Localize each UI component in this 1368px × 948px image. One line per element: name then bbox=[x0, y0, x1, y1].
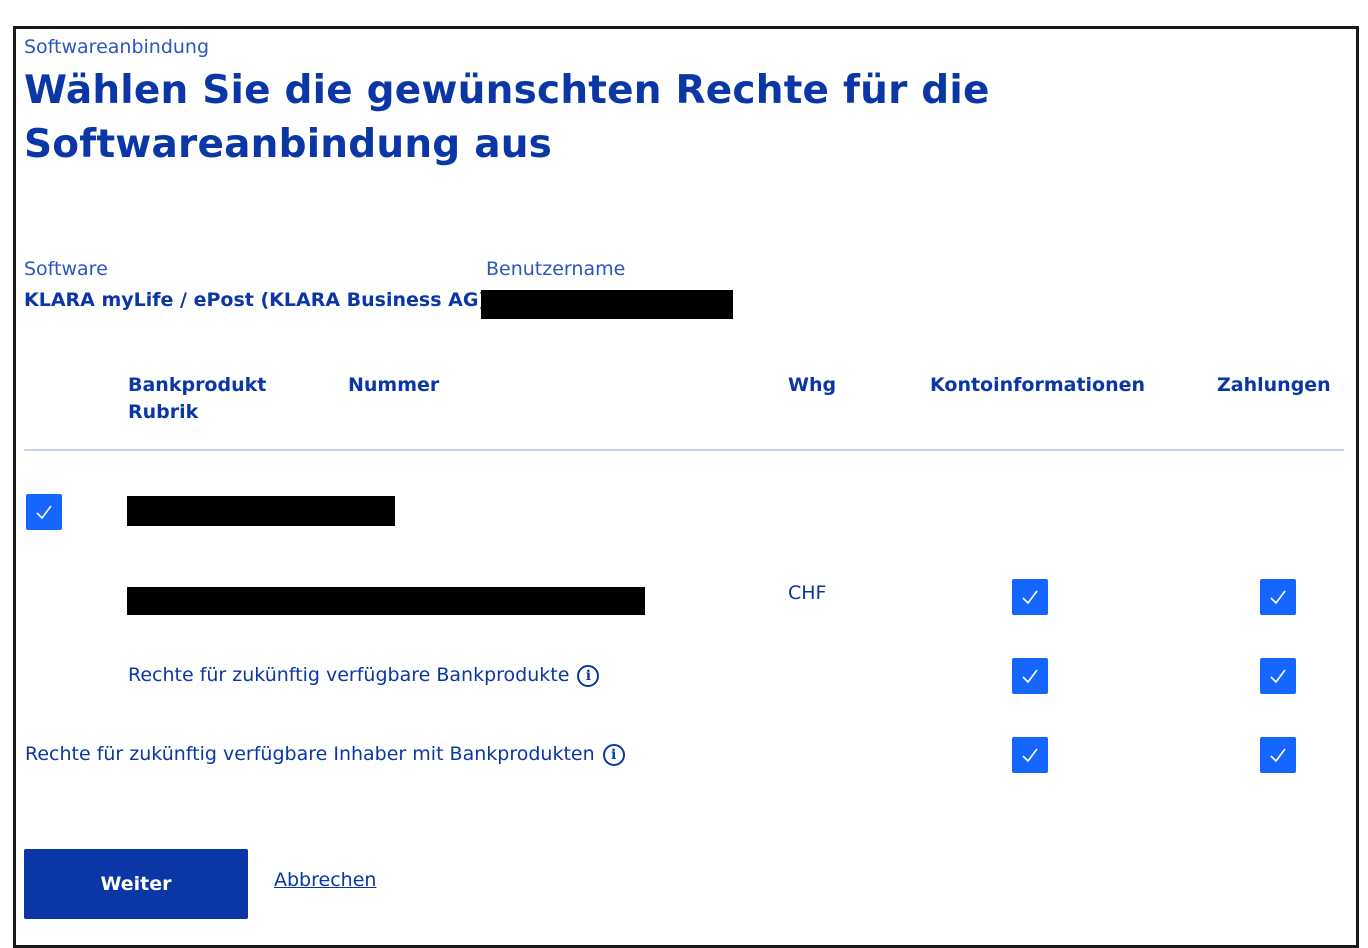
account-redacted bbox=[127, 587, 645, 615]
future-holders-zahlungen-checkbox[interactable] bbox=[1260, 737, 1296, 773]
header-bankprodukt-label: Bankprodukt bbox=[128, 374, 267, 396]
future-products-row: Rechte für zukünftig verfügbare Bankprod… bbox=[128, 664, 600, 687]
future-products-kontoinformationen-checkbox[interactable] bbox=[1012, 658, 1048, 694]
check-icon bbox=[1022, 669, 1038, 684]
account-currency: CHF bbox=[788, 582, 827, 604]
check-icon bbox=[1270, 669, 1286, 684]
header-bankprodukt: Bankprodukt Rubrik bbox=[128, 372, 266, 426]
info-icon[interactable]: i bbox=[602, 743, 625, 766]
check-icon bbox=[1022, 748, 1038, 763]
check-icon bbox=[1270, 590, 1286, 605]
page-title: Wählen Sie die gewünschten Rechte für di… bbox=[24, 68, 990, 167]
username-label: Benutzername bbox=[486, 258, 626, 280]
software-value: KLARA myLife / ePost (KLARA Business AG) bbox=[24, 289, 488, 311]
future-products-zahlungen-checkbox[interactable] bbox=[1260, 658, 1296, 694]
header-nummer: Nummer bbox=[348, 374, 440, 396]
future-products-label: Rechte für zukünftig verfügbare Bankprod… bbox=[128, 664, 570, 686]
holder-checkbox[interactable] bbox=[26, 494, 62, 530]
account-kontoinformationen-checkbox[interactable] bbox=[1012, 579, 1048, 615]
weiter-button[interactable]: Weiter bbox=[24, 849, 248, 919]
check-icon bbox=[1022, 590, 1038, 605]
header-whg: Whg bbox=[788, 374, 837, 396]
account-zahlungen-checkbox[interactable] bbox=[1260, 579, 1296, 615]
header-zahlungen: Zahlungen bbox=[1217, 374, 1331, 396]
abbrechen-link[interactable]: Abbrechen bbox=[274, 869, 376, 891]
future-holders-label: Rechte für zukünftig verfügbare Inhaber … bbox=[25, 743, 595, 765]
check-icon bbox=[36, 505, 52, 520]
holder-name-redacted bbox=[127, 496, 395, 526]
info-icon[interactable]: i bbox=[577, 664, 600, 687]
header-rubrik-label: Rubrik bbox=[128, 401, 199, 423]
header-kontoinformationen: Kontoinformationen bbox=[930, 374, 1146, 396]
username-redacted bbox=[481, 290, 733, 319]
software-label: Software bbox=[24, 258, 108, 280]
table-divider bbox=[24, 449, 1344, 451]
future-holders-row: Rechte für zukünftig verfügbare Inhaber … bbox=[25, 743, 625, 766]
breadcrumb[interactable]: Softwareanbindung bbox=[24, 36, 209, 58]
future-holders-kontoinformationen-checkbox[interactable] bbox=[1012, 737, 1048, 773]
check-icon bbox=[1270, 748, 1286, 763]
